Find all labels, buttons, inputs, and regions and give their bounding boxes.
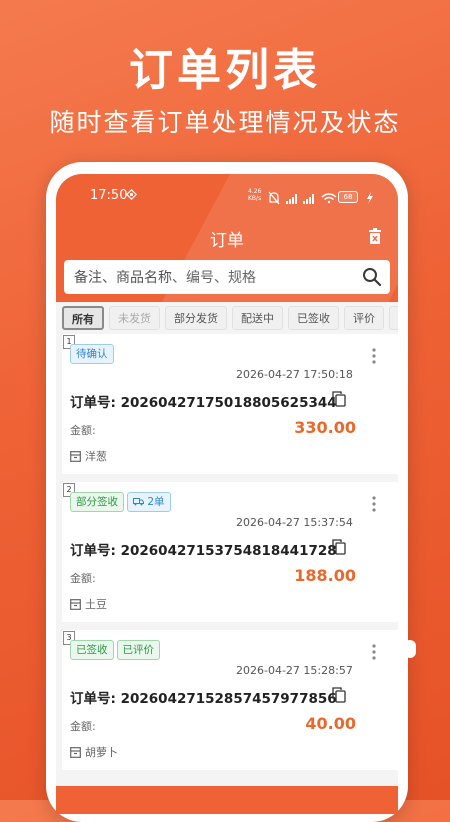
product-name: 胡萝卜 (85, 746, 118, 759)
order-badges: 待确认 (70, 344, 117, 366)
status-time: 17:50 (90, 188, 128, 203)
tab-review[interactable]: 评价 (344, 306, 384, 330)
network-speed-unit: KB/s (248, 195, 262, 202)
wifi-icon (321, 193, 337, 204)
status-badge: 部分签收 (70, 492, 124, 512)
package-icon (70, 451, 81, 465)
copy-icon[interactable] (332, 391, 346, 411)
search-box (64, 260, 390, 296)
promo-subtitle: 随时查看订单处理情况及状态 (49, 108, 401, 137)
order-amount: 188.00 (294, 566, 356, 585)
shipment-count-badge: 2单 (127, 492, 171, 512)
page-title: 订单 (210, 231, 244, 251)
search-icon[interactable] (362, 267, 382, 291)
tab-unshipped[interactable]: 未发货 (109, 306, 160, 330)
truck-icon (133, 496, 144, 508)
status-tabs: 所有未发货部分发货配送中已签收评价已约 (62, 306, 398, 332)
search-input[interactable] (72, 260, 356, 296)
more-vertical-icon[interactable] (371, 496, 377, 516)
product-name: 土豆 (85, 598, 107, 611)
network-speed: 4.26 KB/s (248, 188, 261, 202)
app-screen: 17:50 4.26 KB/s 68 订单 备注、商品名称、编号、规格 所有 未… (56, 174, 398, 814)
more-vertical-icon[interactable] (371, 348, 377, 368)
tab-more[interactable]: 已约 (389, 306, 398, 330)
order-timestamp: 2026-04-27 17:50:18 (236, 368, 353, 381)
network-speed-value: 4.26 (248, 188, 262, 195)
order-product: 洋葱 (70, 448, 107, 465)
more-vertical-icon[interactable] (371, 644, 377, 664)
phone-side-button (404, 640, 416, 658)
order-product: 土豆 (70, 596, 107, 613)
order-number: 订单号: 20260427175018805625344 (70, 395, 337, 411)
status-badge: 已签收 (70, 640, 114, 660)
tab-delivering[interactable]: 配送中 (232, 306, 283, 330)
order-timestamp: 2026-04-27 15:37:54 (236, 516, 353, 529)
bottom-summary-bar (56, 786, 398, 814)
signal-icon (286, 194, 297, 204)
copy-icon[interactable] (332, 687, 346, 707)
package-icon (70, 599, 81, 613)
mute-bell-icon (268, 191, 280, 205)
signal-icon-2 (303, 194, 314, 204)
order-card[interactable]: 1 待确认 2026-04-27 17:50:18 订单号: 202604271… (62, 334, 398, 474)
order-product: 胡萝卜 (70, 744, 118, 761)
review-badge: 已评价 (116, 640, 160, 660)
tab-signed[interactable]: 已签收 (288, 306, 339, 330)
order-card[interactable]: 2 部分签收 2单 2026-04-27 15:37:54 订单号: 20260… (62, 482, 398, 622)
status-bar: 17:50 4.26 KB/s 68 (56, 188, 398, 208)
charging-icon (367, 192, 373, 204)
navigation-icon (125, 188, 138, 203)
battery-indicator: 68 (338, 191, 358, 203)
order-badges: 部分签收 2单 (70, 492, 174, 514)
package-icon (70, 747, 81, 761)
order-card[interactable]: 3 已签收 已评价 2026-04-27 15:28:57 订单号: 202604… (62, 630, 398, 770)
shipment-count: 2单 (147, 496, 165, 508)
trash-icon[interactable] (368, 228, 382, 248)
status-icons (268, 191, 373, 205)
amount-label: 金额: (70, 424, 96, 437)
order-amount: 330.00 (294, 418, 356, 437)
order-number: 订单号: 20260427153754818441728 (70, 543, 337, 559)
status-badge: 待确认 (70, 344, 114, 364)
order-amount: 40.00 (305, 714, 356, 733)
amount-label: 金额: (70, 572, 96, 585)
amount-label: 金额: (70, 720, 96, 733)
copy-icon[interactable] (332, 539, 346, 559)
order-number: 订单号: 20260427152857457977856 (70, 691, 337, 707)
tab-partial-shipped[interactable]: 部分发货 (165, 306, 227, 330)
promo-title: 订单列表 (129, 45, 321, 96)
product-name: 洋葱 (85, 450, 107, 463)
order-badges: 已签收 已评价 (70, 640, 163, 662)
tab-all[interactable]: 所有 (62, 306, 104, 330)
app-header-area: 17:50 4.26 KB/s 68 订单 备注、商品名称、编号、规格 (56, 174, 398, 302)
order-timestamp: 2026-04-27 15:28:57 (236, 664, 353, 677)
